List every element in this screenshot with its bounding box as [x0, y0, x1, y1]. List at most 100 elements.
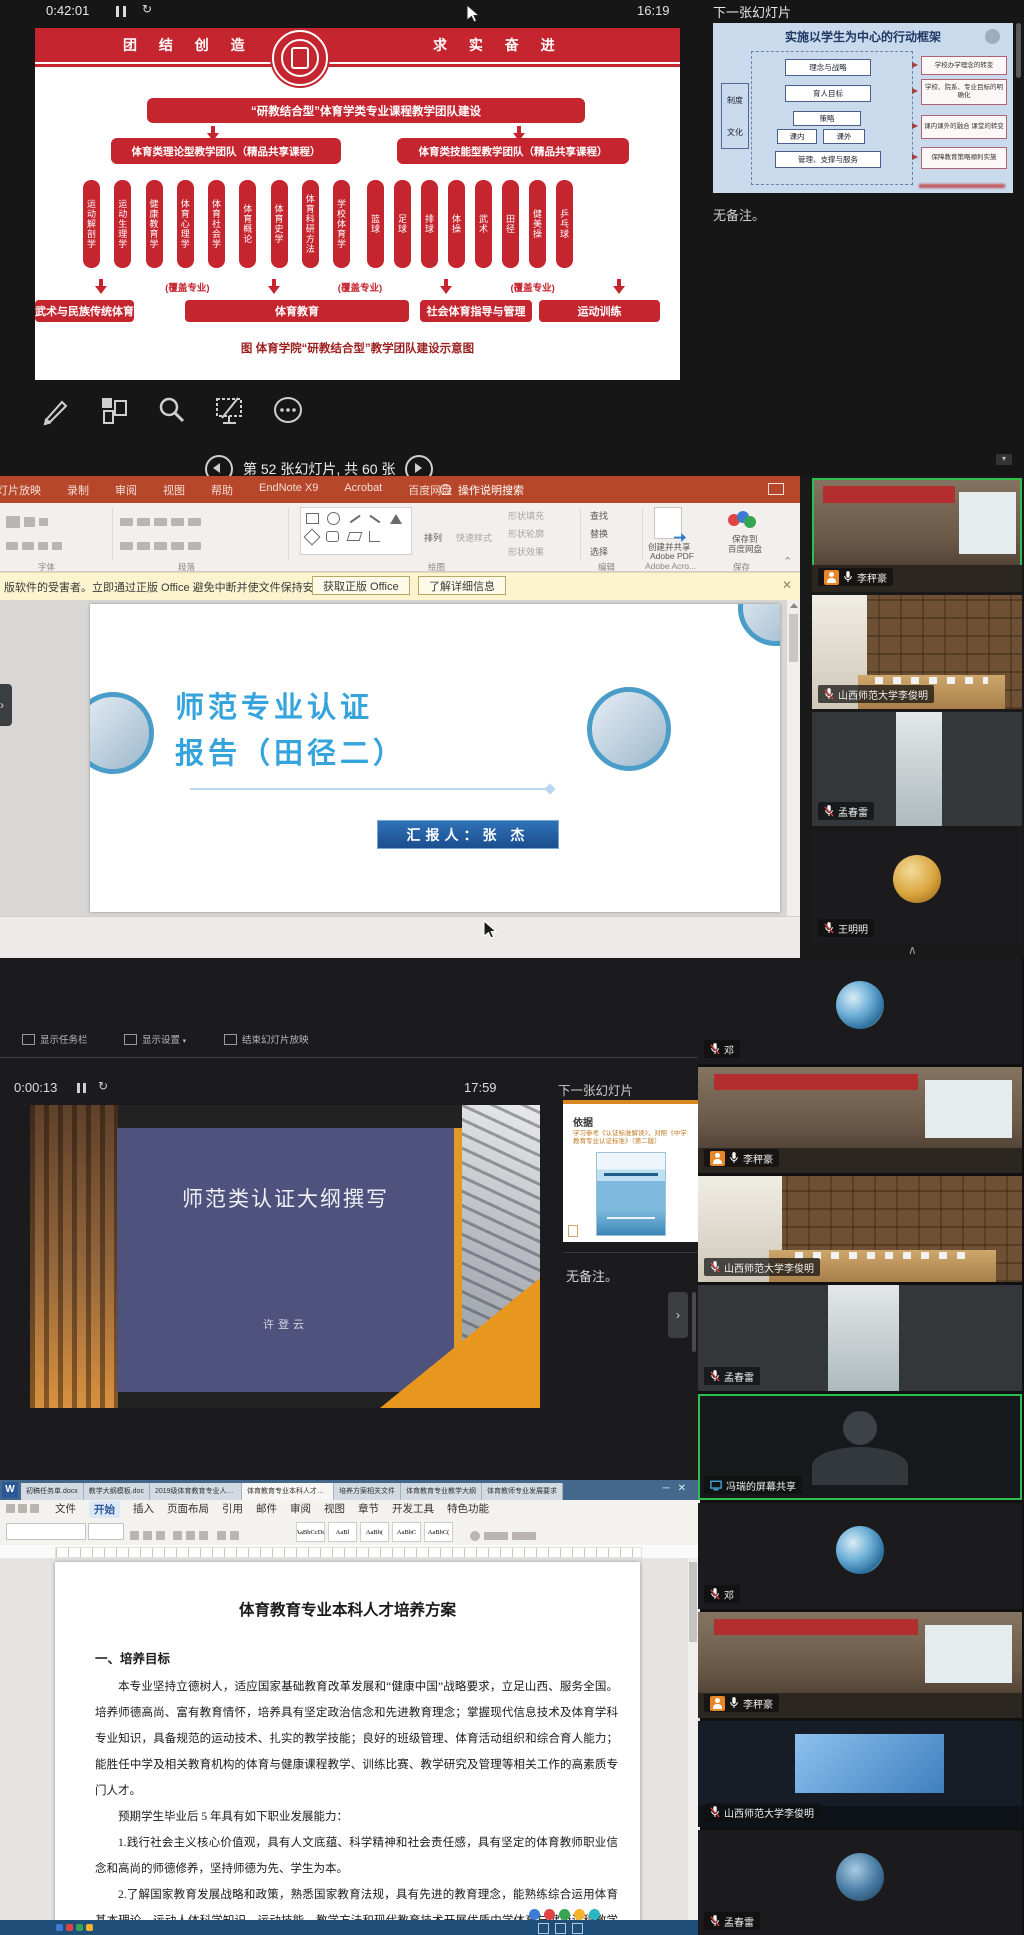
- pause-icon[interactable]: [116, 6, 128, 17]
- restart-timer-icon[interactable]: ↻: [98, 1079, 108, 1093]
- current-slide[interactable]: 师范类认证大纲撰写 许登云: [30, 1105, 540, 1408]
- replace-button[interactable]: 替换: [590, 527, 608, 540]
- participant-video-tile[interactable]: 李秤豪: [812, 478, 1022, 592]
- shape-effects-button[interactable]: 形状效果: [508, 545, 544, 558]
- style-chip[interactable]: AaBl: [328, 1522, 357, 1542]
- style-chip[interactable]: AaBb(: [360, 1522, 389, 1542]
- next-slide-preview[interactable]: 实施以学生为中心的行动框架 制度 文化 理念与战略 育人目标 策略 课内 课外 …: [713, 23, 1013, 193]
- participant-video-tile[interactable]: 山西师范大学李俊明: [698, 1721, 1022, 1827]
- panel-scrollbar[interactable]: [692, 1292, 696, 1352]
- panel-scrollbar[interactable]: [1016, 23, 1021, 78]
- learn-more-button[interactable]: 了解详细信息: [418, 576, 506, 595]
- see-all-slides-icon[interactable]: [98, 394, 130, 426]
- get-genuine-office-button[interactable]: 获取正版 Office: [312, 576, 410, 595]
- participant-video-tile[interactable]: 孟春雷: [812, 712, 1022, 826]
- document-tab[interactable]: 教学大纲模板.doc: [84, 1483, 150, 1500]
- title-slide[interactable]: 师范专业认证 报告（田径二） 汇报人：张 杰: [90, 604, 780, 912]
- arrange-button[interactable]: 排列: [424, 531, 442, 544]
- participant-video-tile[interactable]: 邓: [698, 958, 1022, 1064]
- menu-item[interactable]: 审阅: [290, 1501, 311, 1518]
- participant-video-tile[interactable]: 孟春雷: [698, 1830, 1022, 1935]
- shapes-gallery[interactable]: [300, 507, 412, 555]
- document-tab[interactable]: 培养方案相关文件: [334, 1483, 401, 1500]
- black-screen-icon[interactable]: [214, 394, 246, 426]
- current-slide[interactable]: 团 结 创 造 求 实 奋 进 “研教结合型”体育学类专业课程教学团队建设 体育…: [35, 28, 680, 380]
- menu-item[interactable]: 邮件: [256, 1501, 277, 1518]
- participant-video-tile[interactable]: 李秤豪: [698, 1612, 1022, 1718]
- close-notice-icon[interactable]: ✕: [782, 578, 792, 592]
- decorative-circle-photo: [90, 692, 154, 774]
- restart-timer-icon[interactable]: ↻: [142, 2, 152, 16]
- font-name-box[interactable]: [6, 1523, 86, 1540]
- view-mode-icons[interactable]: [538, 1923, 583, 1934]
- next-slide-preview[interactable]: 依据 学习参考《认证标准解读》，对照《中学教育专业认证标准》（第二版）: [563, 1100, 698, 1242]
- document-title: 体育教育专业本科人才培养方案: [55, 1598, 640, 1620]
- document-tab[interactable]: 2019级体育教育专业人才培养方案: [150, 1483, 242, 1500]
- document-tab[interactable]: 体育教育专业教学大纲: [401, 1483, 482, 1500]
- find-replace-buttons[interactable]: [470, 1527, 540, 1545]
- quick-access-toolbar[interactable]: [6, 1504, 42, 1516]
- menu-item[interactable]: 文件: [55, 1501, 76, 1518]
- participant-video-tile[interactable]: 邓: [698, 1503, 1022, 1609]
- ribbon-tab[interactable]: 幻灯片放映: [0, 482, 41, 498]
- ribbon-font-controls-2[interactable]: [6, 537, 66, 555]
- sidebar-collapse-button[interactable]: ▾: [996, 454, 1012, 465]
- ribbon-tab[interactable]: EndNote X9: [259, 482, 318, 498]
- diagram-side-box: 制度 文化: [721, 83, 749, 149]
- participant-video-tile[interactable]: 冯瑞的屏幕共享: [698, 1394, 1022, 1500]
- ruler[interactable]: [0, 1545, 700, 1559]
- quick-styles-button[interactable]: 快速样式: [456, 531, 492, 544]
- menu-item[interactable]: 开始: [89, 1501, 120, 1518]
- menu-item[interactable]: 章节: [358, 1501, 379, 1518]
- window-controls[interactable]: ─✕: [663, 1483, 694, 1494]
- ribbon-paragraph-controls-2[interactable]: [120, 537, 205, 555]
- participant-video-tile[interactable]: 山西师范大学李俊明: [812, 595, 1022, 709]
- find-button[interactable]: 查找: [590, 509, 608, 522]
- font-size-box[interactable]: [88, 1523, 124, 1540]
- pause-icon[interactable]: [77, 1083, 87, 1093]
- pen-tool-icon[interactable]: [40, 394, 72, 426]
- end-slideshow-button[interactable]: 结束幻灯片放映: [242, 1032, 309, 1046]
- ribbon-tab[interactable]: 录制: [67, 482, 89, 498]
- zoom-magnifier-icon[interactable]: [156, 394, 188, 426]
- style-chip[interactable]: AaBbC: [392, 1522, 421, 1542]
- tellme-search[interactable]: 操作说明搜索: [458, 482, 524, 498]
- editor-scrollbar[interactable]: [786, 600, 800, 916]
- more-options-icon[interactable]: [272, 394, 304, 426]
- sidebar-expand-handle[interactable]: ›: [668, 1292, 688, 1338]
- ribbon-tab[interactable]: 审阅: [115, 482, 137, 498]
- menu-item[interactable]: 页面布局: [167, 1501, 209, 1518]
- document-tab[interactable]: 体育教师专业发展要求: [482, 1483, 563, 1500]
- ribbon-font-controls[interactable]: [6, 513, 52, 531]
- style-chip[interactable]: AaBbC(: [424, 1522, 453, 1542]
- participant-video-tile[interactable]: 李秤豪: [698, 1067, 1022, 1173]
- participant-video-tile[interactable]: 山西师范大学李俊明: [698, 1176, 1022, 1282]
- ribbon-tab[interactable]: 帮助: [211, 482, 233, 498]
- shape-fill-button[interactable]: 形状填充: [508, 509, 544, 522]
- show-taskbar-button[interactable]: 显示任务栏: [40, 1032, 88, 1046]
- document-scrollbar[interactable]: [688, 1558, 698, 1922]
- menu-item[interactable]: 插入: [133, 1501, 154, 1518]
- major-box: 武术与民族传统体育: [35, 300, 134, 322]
- document-tab[interactable]: 初稿任务单.docx: [21, 1483, 84, 1500]
- font-style-buttons[interactable]: [130, 1527, 243, 1545]
- sidebar-expand-handle[interactable]: ›: [0, 684, 12, 726]
- participant-video-tile[interactable]: 王明明: [812, 829, 1022, 943]
- ribbon-tab[interactable]: Acrobat: [344, 482, 382, 498]
- ribbon-tab[interactable]: 视图: [163, 482, 185, 498]
- collapse-ribbon-chevron[interactable]: ⌃: [783, 555, 792, 568]
- display-settings-button[interactable]: 显示设置 ▾: [142, 1032, 186, 1046]
- menu-item[interactable]: 特色功能: [447, 1501, 489, 1518]
- menu-item[interactable]: 视图: [324, 1501, 345, 1518]
- menu-item[interactable]: 开发工具: [392, 1501, 434, 1518]
- collapse-tiles-chevron[interactable]: ∧: [908, 943, 917, 957]
- style-chip[interactable]: AaBbCcDd: [296, 1522, 325, 1542]
- shape-outline-button[interactable]: 形状轮廓: [508, 527, 544, 540]
- document-page[interactable]: 体育教育专业本科人才培养方案 一、培养目标 本专业坚持立德树人，适应国家基础教育…: [55, 1562, 640, 1922]
- participant-video-tile[interactable]: 孟春雷: [698, 1285, 1022, 1391]
- avatar: [836, 1853, 884, 1901]
- document-tab[interactable]: 体育教育专业本科人才培养方案.docx: [242, 1483, 334, 1500]
- select-button[interactable]: 选择: [590, 545, 608, 558]
- menu-item[interactable]: 引用: [222, 1501, 243, 1518]
- ribbon-paragraph-controls[interactable]: [120, 513, 205, 531]
